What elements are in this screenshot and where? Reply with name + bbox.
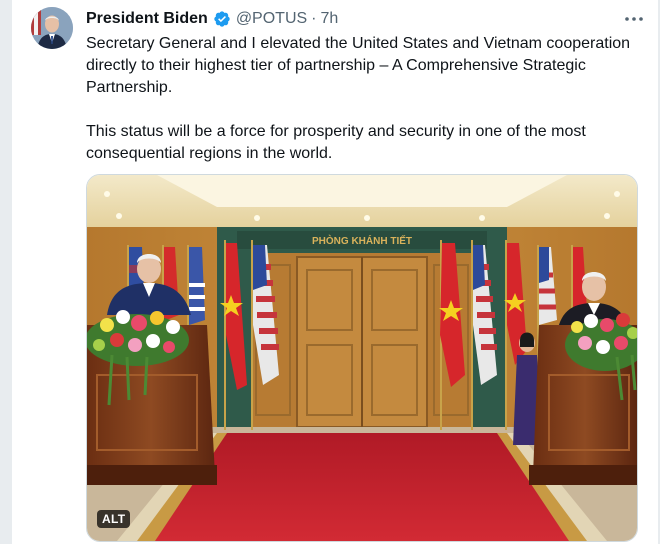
avatar[interactable]: [31, 7, 73, 49]
room-sign: PHÒNG KHÁNH TIẾT: [312, 234, 412, 247]
alt-text-badge[interactable]: ALT: [97, 510, 131, 528]
timestamp[interactable]: 7h: [321, 10, 339, 28]
author-handle[interactable]: @POTUS: [236, 10, 307, 28]
tweet-text: Secretary General and I elevated the Uni…: [86, 33, 646, 165]
tweet-media-photo[interactable]: PHÒNG KHÁNH TIẾT ALT: [86, 174, 638, 542]
verified-badge-icon: [214, 11, 230, 27]
tweet-paragraph-2: This status will be a force for prosperi…: [86, 123, 586, 162]
tweet-header: President Biden @POTUS · 7h: [86, 8, 338, 30]
tweet-paragraph-1: Secretary General and I elevated the Uni…: [86, 35, 631, 96]
author-name[interactable]: President Biden: [86, 10, 208, 28]
avatar-image: [31, 7, 73, 49]
press-conference-photo: PHÒNG KHÁNH TIẾT: [87, 175, 637, 541]
tweet-card[interactable]: President Biden @POTUS · 7h Secretary Ge…: [12, 0, 658, 544]
more-options-icon[interactable]: [622, 8, 646, 30]
separator-dot: ·: [311, 10, 317, 27]
